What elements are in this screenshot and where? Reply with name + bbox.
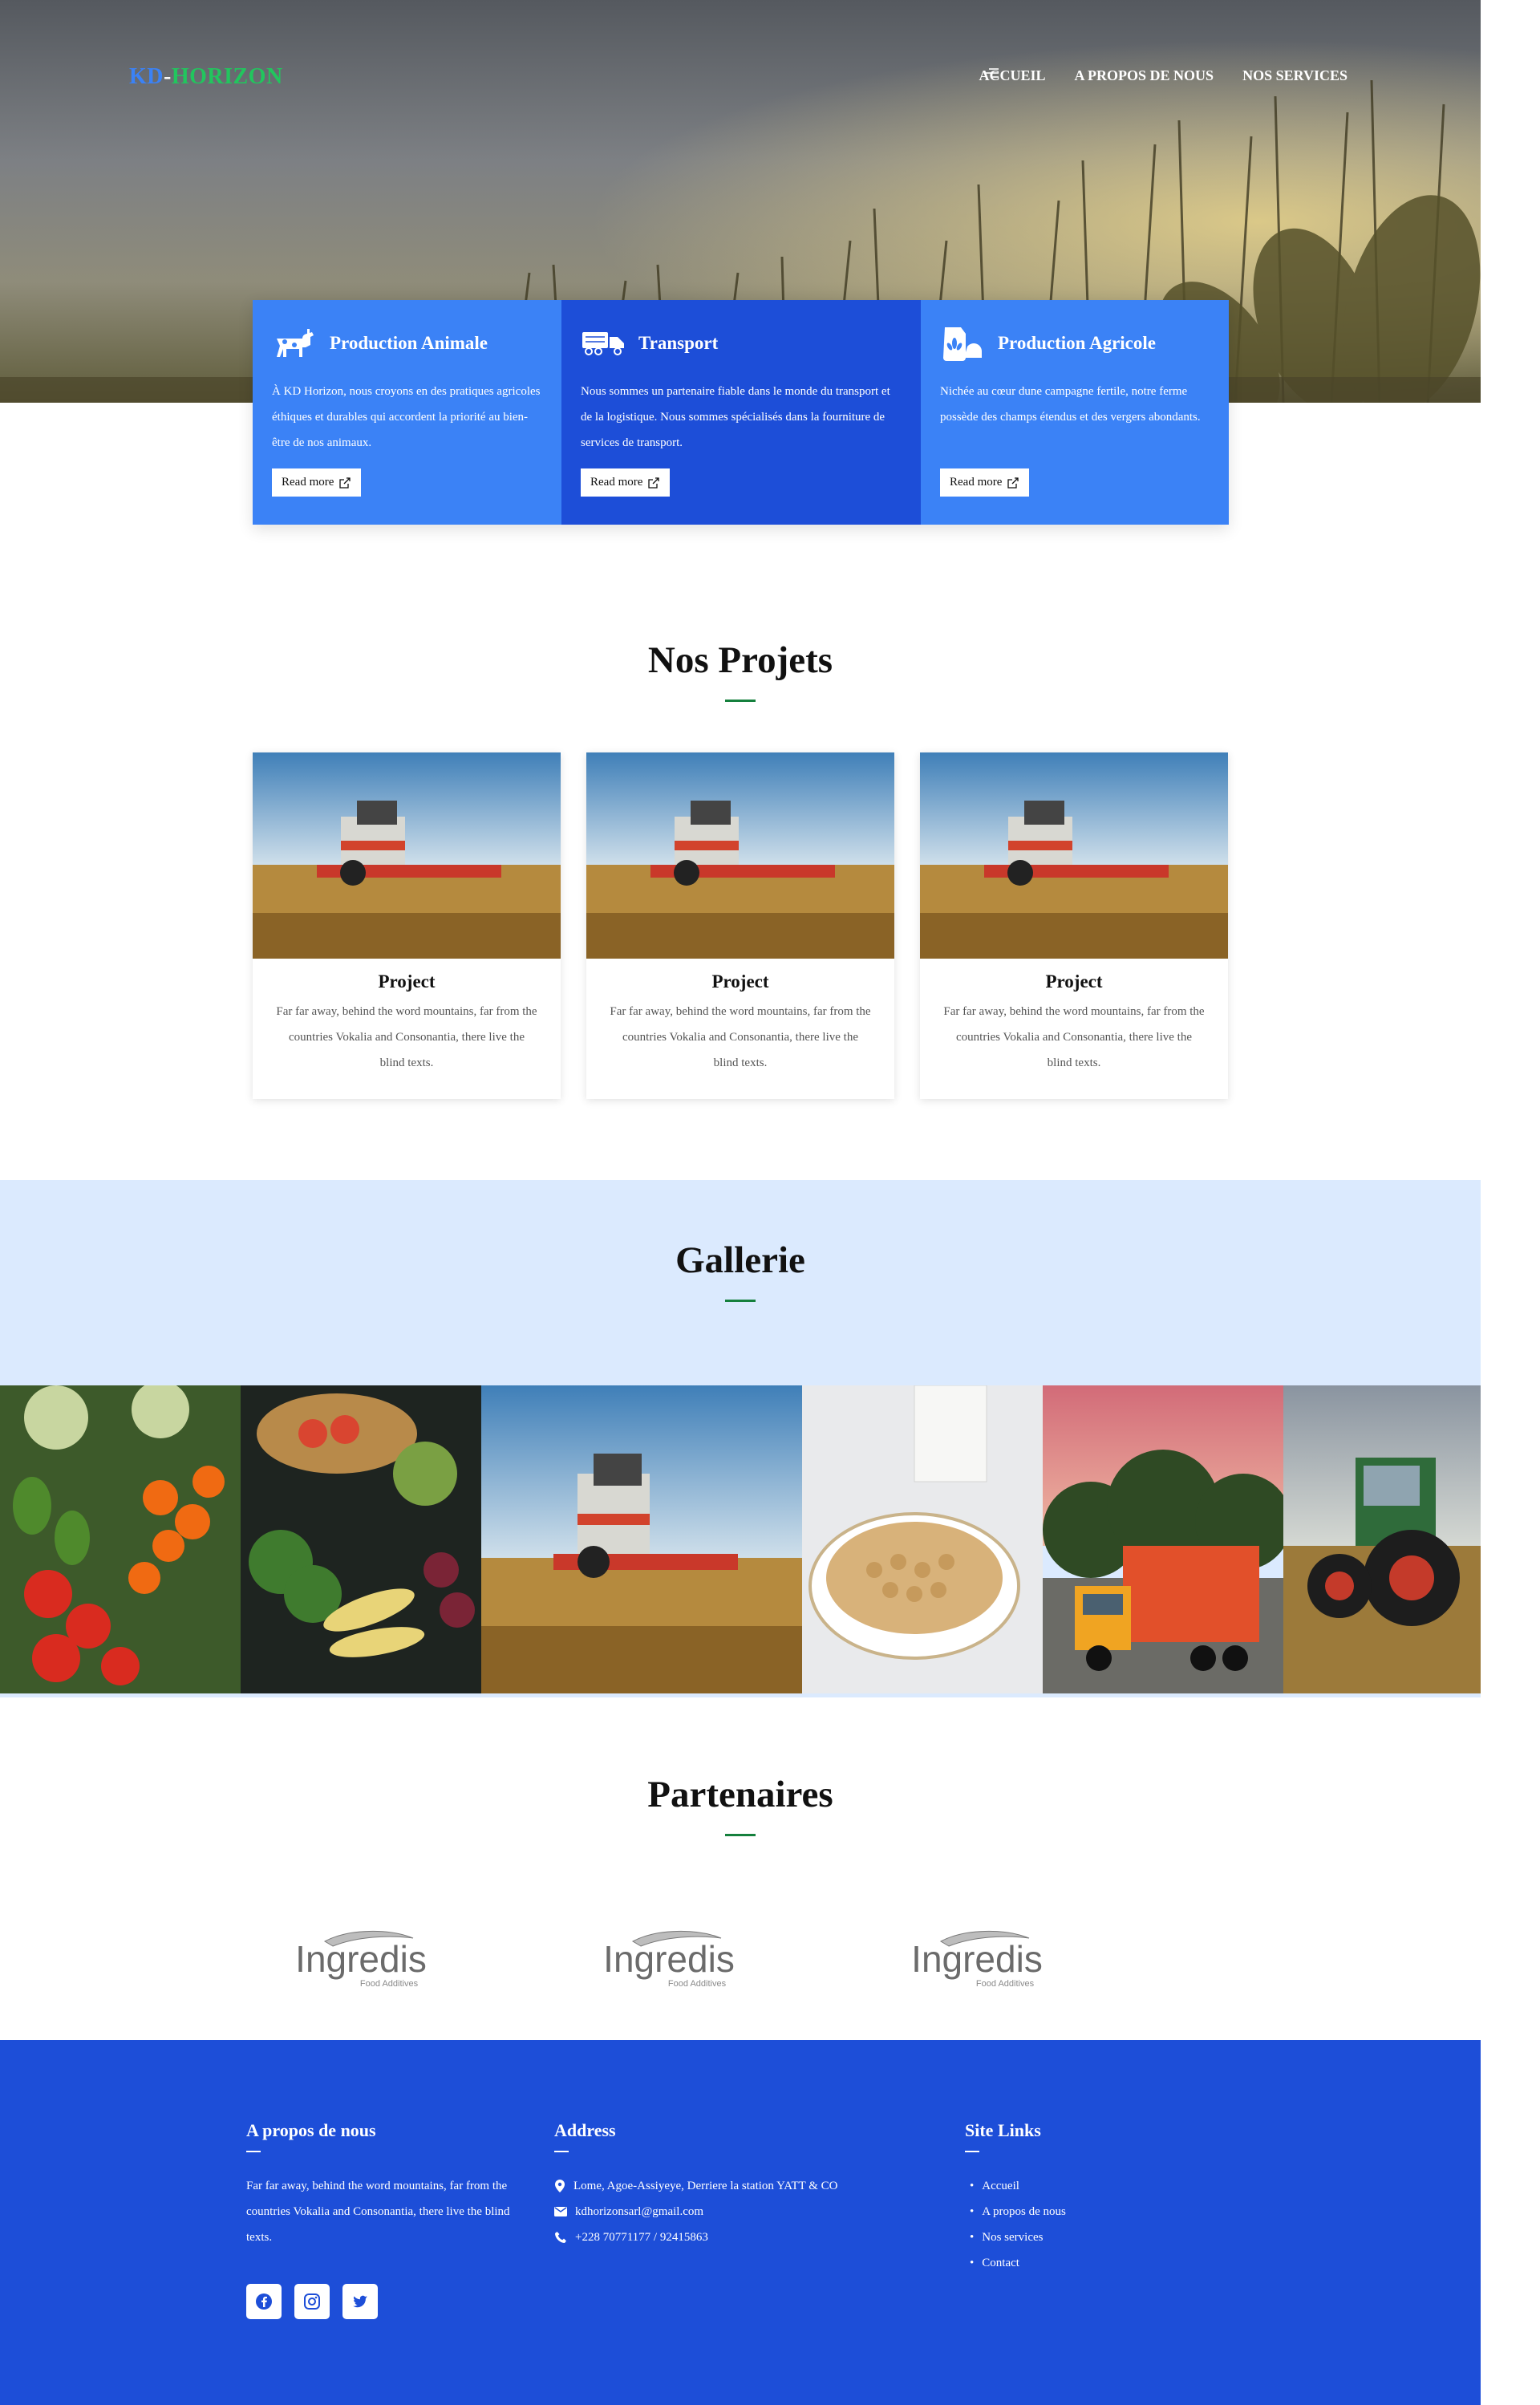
gallery-image-peppers[interactable] [0, 1385, 241, 1693]
footer-links-title: Site Links [965, 2120, 1041, 2140]
footer-email-text: kdhorizonsarl@gmail.com [575, 2205, 704, 2218]
envelope-icon [554, 2207, 567, 2216]
footer-site-links: Site Links Accueil A propos de nous Nos … [965, 2120, 1157, 2276]
gallery-image-harvester[interactable] [481, 1385, 802, 1693]
page: KD-HORIZON ACCUEIL A PROPOS DE NOUS NOS … [0, 0, 1481, 2405]
footer-address-title: Address [554, 2120, 616, 2140]
partner-logo-ingredis[interactable]: Ingredis Food Additives [585, 1924, 753, 1991]
footer-about: A propos de nous Far far away, behind th… [246, 2120, 519, 2319]
gallery-strip [0, 1385, 1481, 1693]
menu-lines-icon[interactable] [985, 67, 999, 79]
footer-title-dash [965, 2151, 979, 2152]
partner-logo-tagline: Food Additives [976, 1979, 1035, 1989]
footer-link-contact[interactable]: Contact [965, 2250, 1157, 2276]
partner-logo-text: Ingredis [603, 1938, 735, 1980]
instagram-button[interactable] [294, 2284, 330, 2319]
external-link-icon [1007, 477, 1019, 489]
footer-location-text: Lome, Agoe-Assiyeye, Derriere la station… [573, 2180, 838, 2192]
project-title: Project [711, 971, 769, 992]
service-card-production-agricole: Production Agricole Nichée au cœur dune … [921, 300, 1229, 525]
read-more-button[interactable]: Read more [581, 468, 671, 497]
twitter-button[interactable] [342, 2284, 378, 2319]
nav-item-nos-services-label: NOS SERVICES [1242, 67, 1348, 83]
footer-link-accueil[interactable]: Accueil [965, 2173, 1157, 2199]
project-image-harvester [253, 752, 561, 959]
footer-link-a-propos[interactable]: A propos de nous [965, 2199, 1157, 2225]
read-more-label: Read more [590, 476, 643, 489]
read-more-button[interactable]: Read more [272, 468, 362, 497]
footer-title-dash [246, 2151, 261, 2152]
service-title: Production Animale [330, 333, 488, 353]
read-more-label: Read more [282, 476, 334, 489]
external-link-icon [648, 477, 660, 489]
section-underline [725, 700, 756, 702]
footer-address-phone[interactable]: +228 70771177 / 92415863 [554, 2225, 923, 2250]
social-links [246, 2284, 519, 2319]
twitter-icon [353, 2295, 367, 2308]
footer-link-nos-services[interactable]: Nos services [965, 2225, 1157, 2250]
footer-about-title: A propos de nous [246, 2120, 376, 2140]
brand-logo[interactable]: KD-HORIZON [129, 64, 283, 90]
service-card-transport: Transport Nous sommes un partenaire fiab… [561, 300, 921, 525]
nav-item-a-propos[interactable]: A PROPOS DE NOUS [1075, 67, 1214, 84]
instagram-icon [304, 2293, 320, 2310]
project-title: Project [378, 971, 436, 992]
read-more-button[interactable]: Read more [940, 468, 1030, 497]
gallery-image-soybeans[interactable] [802, 1385, 1043, 1693]
service-text: Nous sommes un partenaire fiable dans le… [581, 385, 890, 449]
project-image-harvester [920, 752, 1228, 959]
partner-logo-ingredis[interactable]: Ingredis Food Additives [277, 1924, 445, 1991]
partner-logo-tagline: Food Additives [668, 1979, 727, 1989]
truck-icon [582, 332, 624, 355]
partners-section-title: Partenaires [647, 1774, 833, 1815]
section-underline [725, 1834, 756, 1836]
project-text: Far far away, behind the word mountains,… [610, 1005, 871, 1069]
brand-logo-sep: - [164, 64, 172, 89]
facebook-icon [256, 2293, 272, 2310]
project-card[interactable]: Project Far far away, behind the word mo… [586, 752, 894, 1099]
project-text: Far far away, behind the word mountains,… [943, 1005, 1205, 1069]
partner-logo-text: Ingredis [911, 1938, 1043, 1980]
footer-phone-text: +228 70771177 / 92415863 [575, 2231, 708, 2244]
site-footer: A propos de nous Far far away, behind th… [0, 2040, 1481, 2405]
phone-icon [555, 2232, 566, 2243]
gallery-image-tractor[interactable] [1283, 1385, 1481, 1693]
project-text: Far far away, behind the word mountains,… [276, 1005, 537, 1069]
section-underline [725, 1300, 756, 1302]
service-title: Production Agricole [998, 333, 1156, 353]
gallery-image-vegetable-baskets[interactable] [241, 1385, 481, 1693]
project-image-harvester [586, 752, 894, 959]
grain-bag-icon [943, 327, 982, 361]
footer-address-email[interactable]: kdhorizonsarl@gmail.com [554, 2199, 923, 2225]
map-pin-icon [555, 2180, 565, 2192]
partner-logo-text: Ingredis [295, 1938, 427, 1980]
gallery-image-truck[interactable] [1043, 1385, 1283, 1693]
footer-address-location: Lome, Agoe-Assiyeye, Derriere la station… [554, 2173, 923, 2199]
brand-logo-part2: HORIZON [171, 64, 283, 89]
gallery-section-title: Gallerie [675, 1239, 805, 1281]
project-card[interactable]: Project Far far away, behind the word mo… [920, 752, 1228, 1099]
footer-about-text: Far far away, behind the word mountains,… [246, 2180, 510, 2244]
external-link-icon [339, 477, 351, 489]
nav-item-nos-services[interactable]: NOS SERVICES [985, 67, 1348, 84]
service-text: Nichée au cœur dune campagne fertile, no… [940, 385, 1201, 424]
project-title: Project [1045, 971, 1103, 992]
service-text: À KD Horizon, nous croyons en des pratiq… [272, 385, 541, 449]
brand-logo-part1: KD [129, 64, 164, 89]
footer-title-dash [554, 2151, 569, 2152]
read-more-label: Read more [950, 476, 1003, 489]
service-title: Transport [638, 333, 719, 353]
facebook-button[interactable] [246, 2284, 282, 2319]
projects-section-title: Nos Projets [647, 639, 833, 681]
partner-logo-tagline: Food Additives [360, 1979, 419, 1989]
services-row: Production Animale À KD Horizon, nous cr… [253, 300, 1229, 525]
project-card[interactable]: Project Far far away, behind the word mo… [253, 752, 561, 1099]
footer-address: Address Lome, Agoe-Assiyeye, Derriere la… [554, 2120, 923, 2250]
cow-icon [277, 329, 314, 357]
main-nav: ACCUEIL A PROPOS DE NOUS NOS SERVICES [979, 67, 1348, 84]
service-card-production-animale: Production Animale À KD Horizon, nous cr… [253, 300, 561, 525]
partner-logo-ingredis[interactable]: Ingredis Food Additives [893, 1924, 1061, 1991]
